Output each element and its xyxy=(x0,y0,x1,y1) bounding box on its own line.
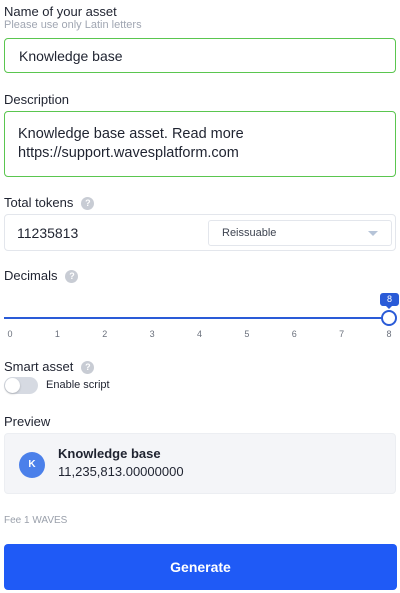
decimals-tick-label: 3 xyxy=(149,329,155,339)
description-label: Description xyxy=(4,92,70,107)
asset-name-label: Name of your asset xyxy=(4,4,117,19)
asset-name-hint: Please use only Latin letters xyxy=(4,19,142,31)
decimals-tick-label: 5 xyxy=(244,329,250,339)
decimals-slider-track[interactable] xyxy=(4,317,389,319)
decimals-tick-label: 1 xyxy=(54,329,60,339)
smart-asset-label-row: Smart asset? xyxy=(4,359,95,374)
generate-button[interactable]: Generate xyxy=(4,544,397,590)
smart-asset-label: Smart asset xyxy=(4,359,74,374)
enable-script-label: Enable script xyxy=(46,379,110,391)
decimals-tick-label: 0 xyxy=(7,329,13,339)
decimals-label-row: Decimals? xyxy=(4,268,79,283)
decimals-tick-label: 4 xyxy=(196,329,202,339)
decimals-tick-label: 2 xyxy=(102,329,108,339)
question-icon[interactable]: ? xyxy=(81,196,95,210)
decimals-tick-label: 6 xyxy=(291,329,297,339)
asset-name-input[interactable]: Knowledge base xyxy=(4,38,396,73)
decimals-tick-label: 8 xyxy=(386,329,392,339)
enable-script-toggle[interactable] xyxy=(4,377,38,394)
total-tokens-field: 11235813 Reissuable xyxy=(4,214,396,251)
decimals-tick-label: 7 xyxy=(339,329,345,339)
asset-preview-card: K Knowledge base 11,235,813.00000000 xyxy=(4,433,396,494)
asset-name-value: Knowledge base xyxy=(19,48,123,64)
asset-avatar: K xyxy=(19,452,45,478)
preview-label: Preview xyxy=(4,414,51,429)
total-tokens-input[interactable]: 11235813 xyxy=(17,225,78,241)
decimals-label: Decimals xyxy=(4,268,58,283)
toggle-knob xyxy=(5,378,20,393)
total-tokens-label-row: Total tokens? xyxy=(4,195,95,210)
description-line-1: Knowledge base asset. Read more xyxy=(18,126,244,142)
decimals-slider-value-badge: 8 xyxy=(380,293,399,309)
question-icon[interactable]: ? xyxy=(81,360,95,374)
preview-asset-amount: 11,235,813.00000000 xyxy=(58,464,184,479)
fee-text: Fee 1 WAVES xyxy=(4,515,68,526)
reissuable-select[interactable]: Reissuable xyxy=(208,220,392,246)
total-tokens-label: Total tokens xyxy=(4,195,74,210)
reissuable-select-value: Reissuable xyxy=(222,227,277,239)
description-line-2: https://support.wavesplatform.com xyxy=(18,145,239,161)
question-icon[interactable]: ? xyxy=(65,269,79,283)
preview-asset-name: Knowledge base xyxy=(58,446,161,461)
description-textarea[interactable]: Knowledge base asset. Read more https://… xyxy=(4,111,396,177)
chevron-down-icon xyxy=(368,231,378,236)
decimals-slider-handle[interactable] xyxy=(381,310,397,326)
